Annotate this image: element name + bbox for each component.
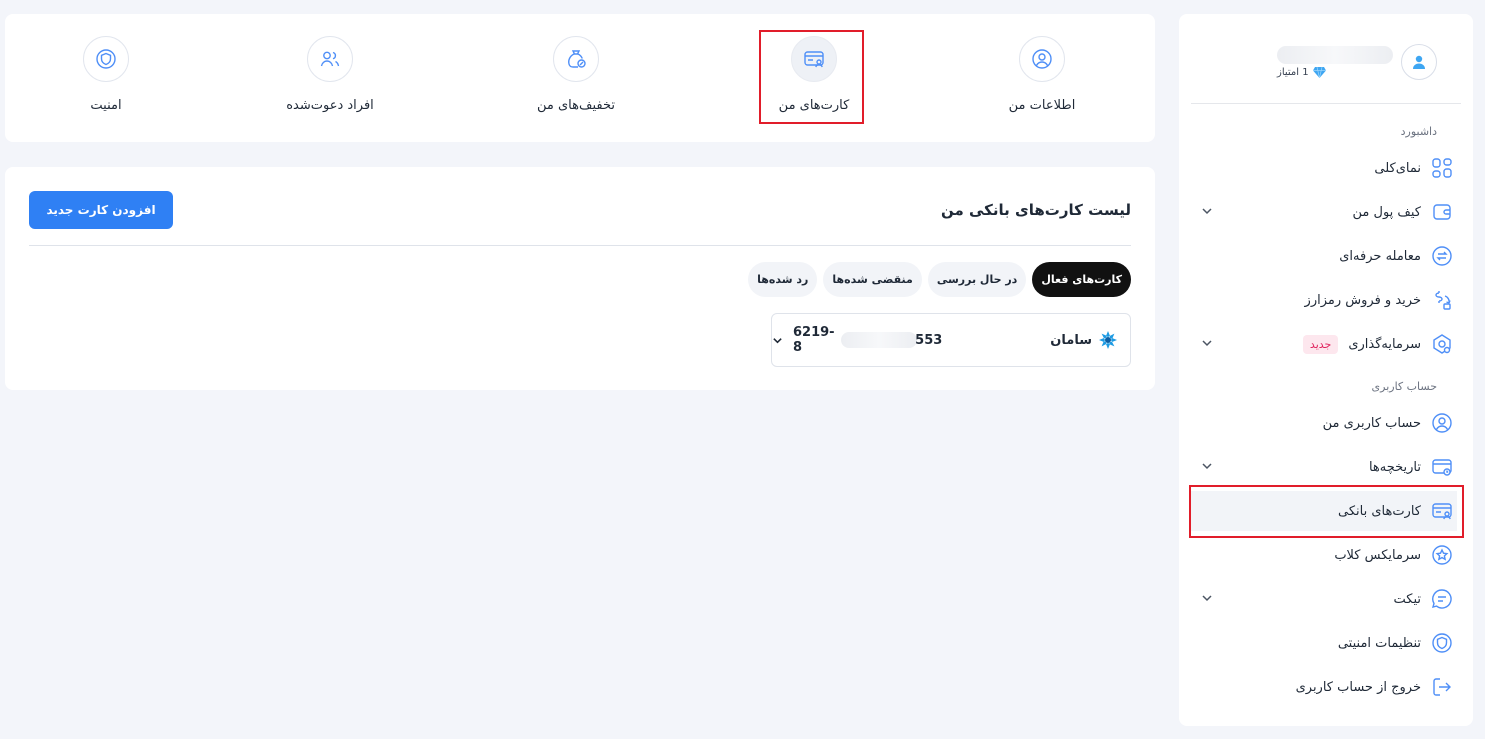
user-name-redacted bbox=[1277, 46, 1393, 64]
sidebar-item-label: حساب کاربری من bbox=[1322, 415, 1421, 431]
chevron-down-icon[interactable] bbox=[772, 335, 783, 346]
card-status-filters: کارت‌های فعال در حال بررسی منقضی شده‌ها … bbox=[748, 262, 1131, 297]
tab-my-cards[interactable]: کارت‌های من bbox=[734, 36, 894, 113]
sidebar-item-ticket[interactable]: تیکت bbox=[1191, 579, 1457, 619]
sidebar-item-label: خرید و فروش رمزارز bbox=[1304, 292, 1421, 308]
sidebar-item-label: خروج از حساب کاربری bbox=[1295, 679, 1421, 695]
sidebar-item-my-account[interactable]: حساب کاربری من bbox=[1191, 403, 1457, 443]
sidebar-item-label: کیف پول من bbox=[1352, 204, 1421, 220]
tab-my-discounts[interactable]: تخفیف‌های من bbox=[496, 36, 656, 113]
star-badge-icon bbox=[1431, 544, 1453, 566]
tab-label: امنیت bbox=[90, 98, 122, 113]
crypto-swap-icon bbox=[1431, 289, 1453, 311]
filter-pending[interactable]: در حال بررسی bbox=[927, 262, 1027, 297]
shield-icon bbox=[1431, 632, 1453, 654]
tab-security[interactable]: امنیت bbox=[26, 36, 186, 113]
bank-card-row[interactable]: سامان 6219-8 553 bbox=[771, 313, 1131, 367]
sidebar-item-logout[interactable]: خروج از حساب کاربری bbox=[1191, 667, 1457, 707]
avatar[interactable] bbox=[1401, 44, 1437, 80]
sidebar-item-label: تیکت bbox=[1393, 591, 1422, 607]
sidebar-divider bbox=[1191, 103, 1461, 104]
sidebar-item-history[interactable]: تاریخچه‌ها bbox=[1191, 447, 1457, 487]
sidebar-item-label: سرمایه‌گذاری bbox=[1348, 336, 1421, 352]
user-circle-icon bbox=[1431, 412, 1453, 434]
sidebar-item-bank-cards[interactable]: کارت‌های بانکی bbox=[1191, 491, 1457, 531]
user-icon bbox=[1413, 55, 1425, 69]
sidebar-item-label: معامله حرفه‌ای bbox=[1339, 248, 1421, 264]
user-circle-icon bbox=[1032, 49, 1052, 69]
wallet-icon bbox=[1431, 201, 1453, 223]
card-number-redacted bbox=[840, 332, 918, 348]
sidebar-item-label: کارت‌های بانکی bbox=[1337, 503, 1421, 519]
sidebar-item-buy-sell-crypto[interactable]: خرید و فروش رمزارز bbox=[1191, 280, 1457, 320]
bank-card-icon bbox=[804, 51, 824, 68]
exchange-icon bbox=[1431, 245, 1453, 267]
bank-card-icon bbox=[1431, 500, 1453, 522]
sidebar: 1 امتیاز داشبورد نمای‌کلی کیف پول من معا… bbox=[1179, 14, 1473, 726]
sidebar-item-security-settings[interactable]: تنظیمات امنیتی bbox=[1191, 623, 1457, 663]
chevron-down-icon[interactable] bbox=[1201, 337, 1213, 349]
filter-active-cards[interactable]: کارت‌های فعال bbox=[1032, 262, 1131, 297]
user-profile[interactable]: 1 امتیاز bbox=[1277, 44, 1437, 80]
tab-invited-people[interactable]: افراد دعوت‌شده bbox=[250, 36, 410, 113]
profile-tabs: اطلاعات من کارت‌های من تخفیف‌های من افرا… bbox=[5, 14, 1155, 142]
chat-icon bbox=[1431, 588, 1453, 610]
history-card-icon bbox=[1431, 456, 1453, 478]
chevron-down-icon[interactable] bbox=[1201, 460, 1213, 472]
section-label-account: حساب کاربری bbox=[1371, 380, 1437, 393]
tab-my-info[interactable]: اطلاعات من bbox=[962, 36, 1122, 113]
grid-icon bbox=[1431, 157, 1453, 179]
user-points: 1 امتیاز bbox=[1277, 67, 1393, 78]
sidebar-item-club[interactable]: سرمایکس کلاب bbox=[1191, 535, 1457, 575]
tab-label: افراد دعوت‌شده bbox=[286, 98, 374, 113]
card-number: 6219-8 553 bbox=[793, 325, 943, 355]
divider bbox=[29, 245, 1131, 246]
sidebar-item-investment[interactable]: سرمایه‌گذاری جدید bbox=[1191, 324, 1457, 364]
logout-icon bbox=[1431, 676, 1453, 698]
sidebar-item-label: نمای‌کلی bbox=[1374, 160, 1421, 176]
section-label-dashboard: داشبورد bbox=[1400, 125, 1437, 138]
chevron-down-icon[interactable] bbox=[1201, 592, 1213, 604]
chevron-down-icon[interactable] bbox=[1201, 205, 1213, 217]
bank-cards-panel: لیست کارت‌های بانکی من افزودن کارت جدید … bbox=[5, 167, 1155, 390]
sidebar-item-label: سرمایکس کلاب bbox=[1334, 547, 1421, 563]
diamond-icon bbox=[1312, 67, 1326, 78]
sidebar-item-label: تاریخچه‌ها bbox=[1368, 459, 1421, 475]
new-badge: جدید bbox=[1302, 334, 1339, 354]
shield-icon bbox=[96, 49, 116, 69]
sidebar-item-pro-trade[interactable]: معامله حرفه‌ای bbox=[1191, 236, 1457, 276]
add-card-button[interactable]: افزودن کارت جدید bbox=[29, 191, 173, 229]
investment-icon bbox=[1431, 333, 1453, 355]
page-title: لیست کارت‌های بانکی من bbox=[941, 201, 1131, 219]
filter-expired[interactable]: منقضی شده‌ها bbox=[823, 262, 922, 297]
tab-label: کارت‌های من bbox=[778, 98, 850, 113]
users-icon bbox=[320, 51, 340, 67]
saman-bank-logo-icon bbox=[1098, 330, 1118, 350]
sidebar-item-wallet[interactable]: کیف پول من bbox=[1191, 192, 1457, 232]
sidebar-item-label: تنظیمات امنیتی bbox=[1337, 635, 1421, 651]
tab-label: اطلاعات من bbox=[1008, 98, 1076, 113]
filter-rejected[interactable]: رد شده‌ها bbox=[748, 262, 818, 297]
bank-name: سامان bbox=[1050, 332, 1092, 348]
tab-label: تخفیف‌های من bbox=[537, 98, 615, 113]
sidebar-item-overview[interactable]: نمای‌کلی bbox=[1191, 148, 1457, 188]
discount-bag-icon bbox=[568, 50, 586, 68]
